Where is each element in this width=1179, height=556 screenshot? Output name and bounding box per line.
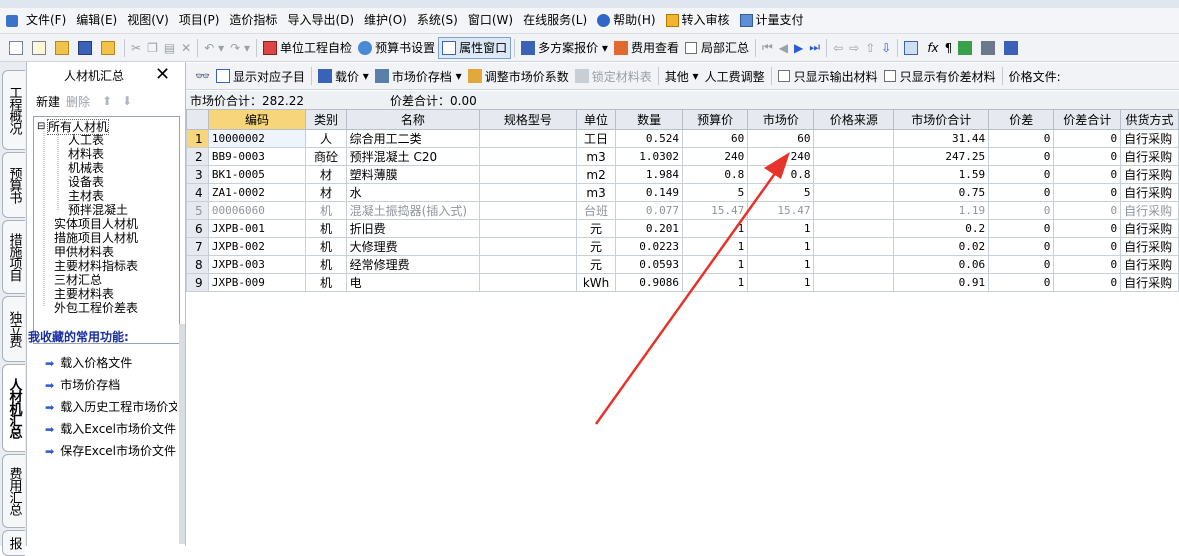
annotation-arrow xyxy=(594,152,790,425)
